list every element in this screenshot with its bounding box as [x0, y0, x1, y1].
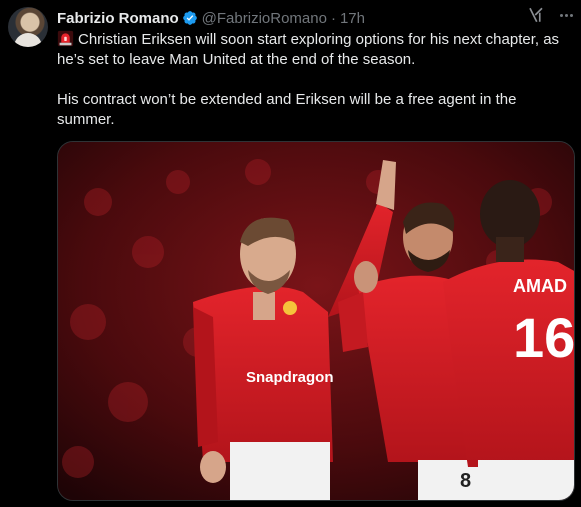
tweet-header: Fabrizio Romano @FabrizioRomano · 17h — [57, 8, 365, 28]
tweet-paragraph-2: His contract won’t be extended and Eriks… — [57, 91, 517, 128]
verified-badge-icon — [182, 11, 197, 25]
tweet-paragraph-1-text: Christian Eriksen will soon start explor… — [57, 31, 560, 68]
avatar[interactable] — [8, 7, 48, 47]
media-illustration: Snapdragon 8 AMAD 16 — [58, 142, 575, 500]
player-number-text: 16 — [513, 306, 575, 369]
siren-emoji-icon — [57, 30, 74, 47]
tweet-actions-top — [527, 6, 575, 24]
shorts-number-text: 8 — [460, 470, 471, 492]
separator-dot: · — [330, 9, 336, 27]
grok-icon[interactable] — [527, 6, 545, 24]
author-handle[interactable]: @FabrizioRomano — [202, 10, 327, 27]
tweet-paragraph-1: Christian Eriksen will soon start explor… — [57, 30, 567, 70]
player-name-text: AMAD — [513, 276, 567, 296]
author-name[interactable]: Fabrizio Romano — [57, 10, 179, 27]
avatar-shoulders — [14, 33, 42, 47]
timestamp[interactable]: 17h — [340, 10, 365, 27]
more-options-icon[interactable] — [557, 13, 575, 17]
tweet-media-photo[interactable]: Snapdragon 8 AMAD 16 — [57, 141, 575, 501]
shirt-sponsor-text: Snapdragon — [246, 369, 334, 386]
tweet-text: Christian Eriksen will soon start explor… — [57, 30, 567, 130]
